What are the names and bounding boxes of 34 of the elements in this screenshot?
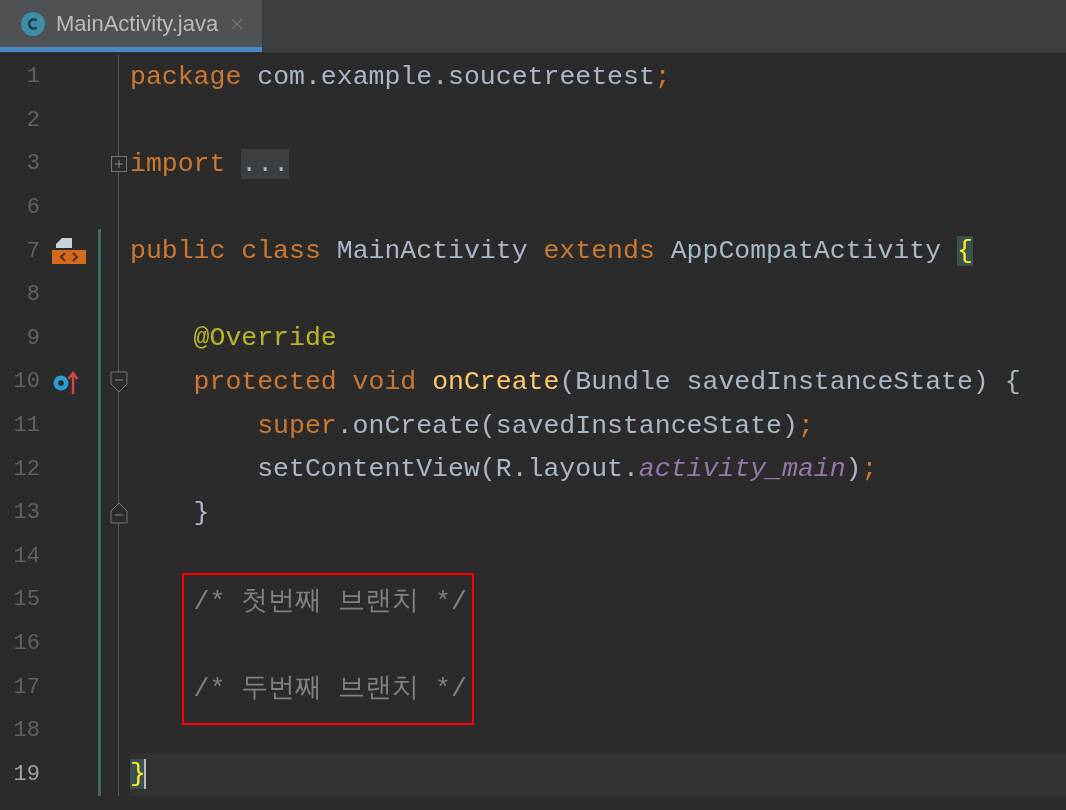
- line-number: 6: [25, 195, 40, 221]
- expand-icon[interactable]: [111, 156, 127, 172]
- line-number: 10: [12, 369, 40, 395]
- line-number: 3: [25, 151, 40, 177]
- code-line: public class MainActivity extends AppCompatActivity {: [130, 236, 973, 267]
- line-number: 18: [12, 718, 40, 744]
- line-number: 13: [12, 500, 40, 526]
- line-number: 9: [25, 325, 40, 351]
- code-line: super.onCreate(savedInstanceState);: [257, 410, 814, 441]
- code-line: /* 두번째 브랜치 */: [193, 673, 467, 706]
- line-number: 12: [12, 456, 40, 482]
- line-number: 1: [25, 64, 40, 90]
- code-line: package com.example.soucetreetest;: [130, 61, 671, 92]
- layout-file-icon: [52, 236, 86, 267]
- text-caret: [143, 759, 146, 790]
- code-line: setContentView(R.layout.activity_main);: [257, 454, 878, 485]
- line-number: 14: [12, 543, 40, 569]
- fold-icon[interactable]: [110, 501, 128, 524]
- line-number: 7: [25, 238, 40, 264]
- line-number: 11: [12, 413, 40, 439]
- line-number: 19: [12, 761, 40, 787]
- line-number: 17: [12, 674, 40, 700]
- code-line: import ...: [130, 149, 290, 179]
- class-icon: [20, 10, 46, 37]
- fold-icon[interactable]: [110, 370, 128, 393]
- code-line: protected void onCreate(Bundle savedInstanceState) {: [193, 366, 1021, 397]
- file-tab[interactable]: MainActivity.java: [0, 0, 263, 52]
- line-number: 8: [25, 282, 40, 308]
- line-number: 16: [12, 631, 40, 656]
- line-number: 15: [12, 587, 40, 613]
- line-number: 2: [25, 107, 40, 133]
- code-line: @Override: [193, 323, 337, 354]
- code-line: }: [193, 497, 210, 528]
- code-line: /* 첫번째 브랜치 */: [193, 585, 467, 618]
